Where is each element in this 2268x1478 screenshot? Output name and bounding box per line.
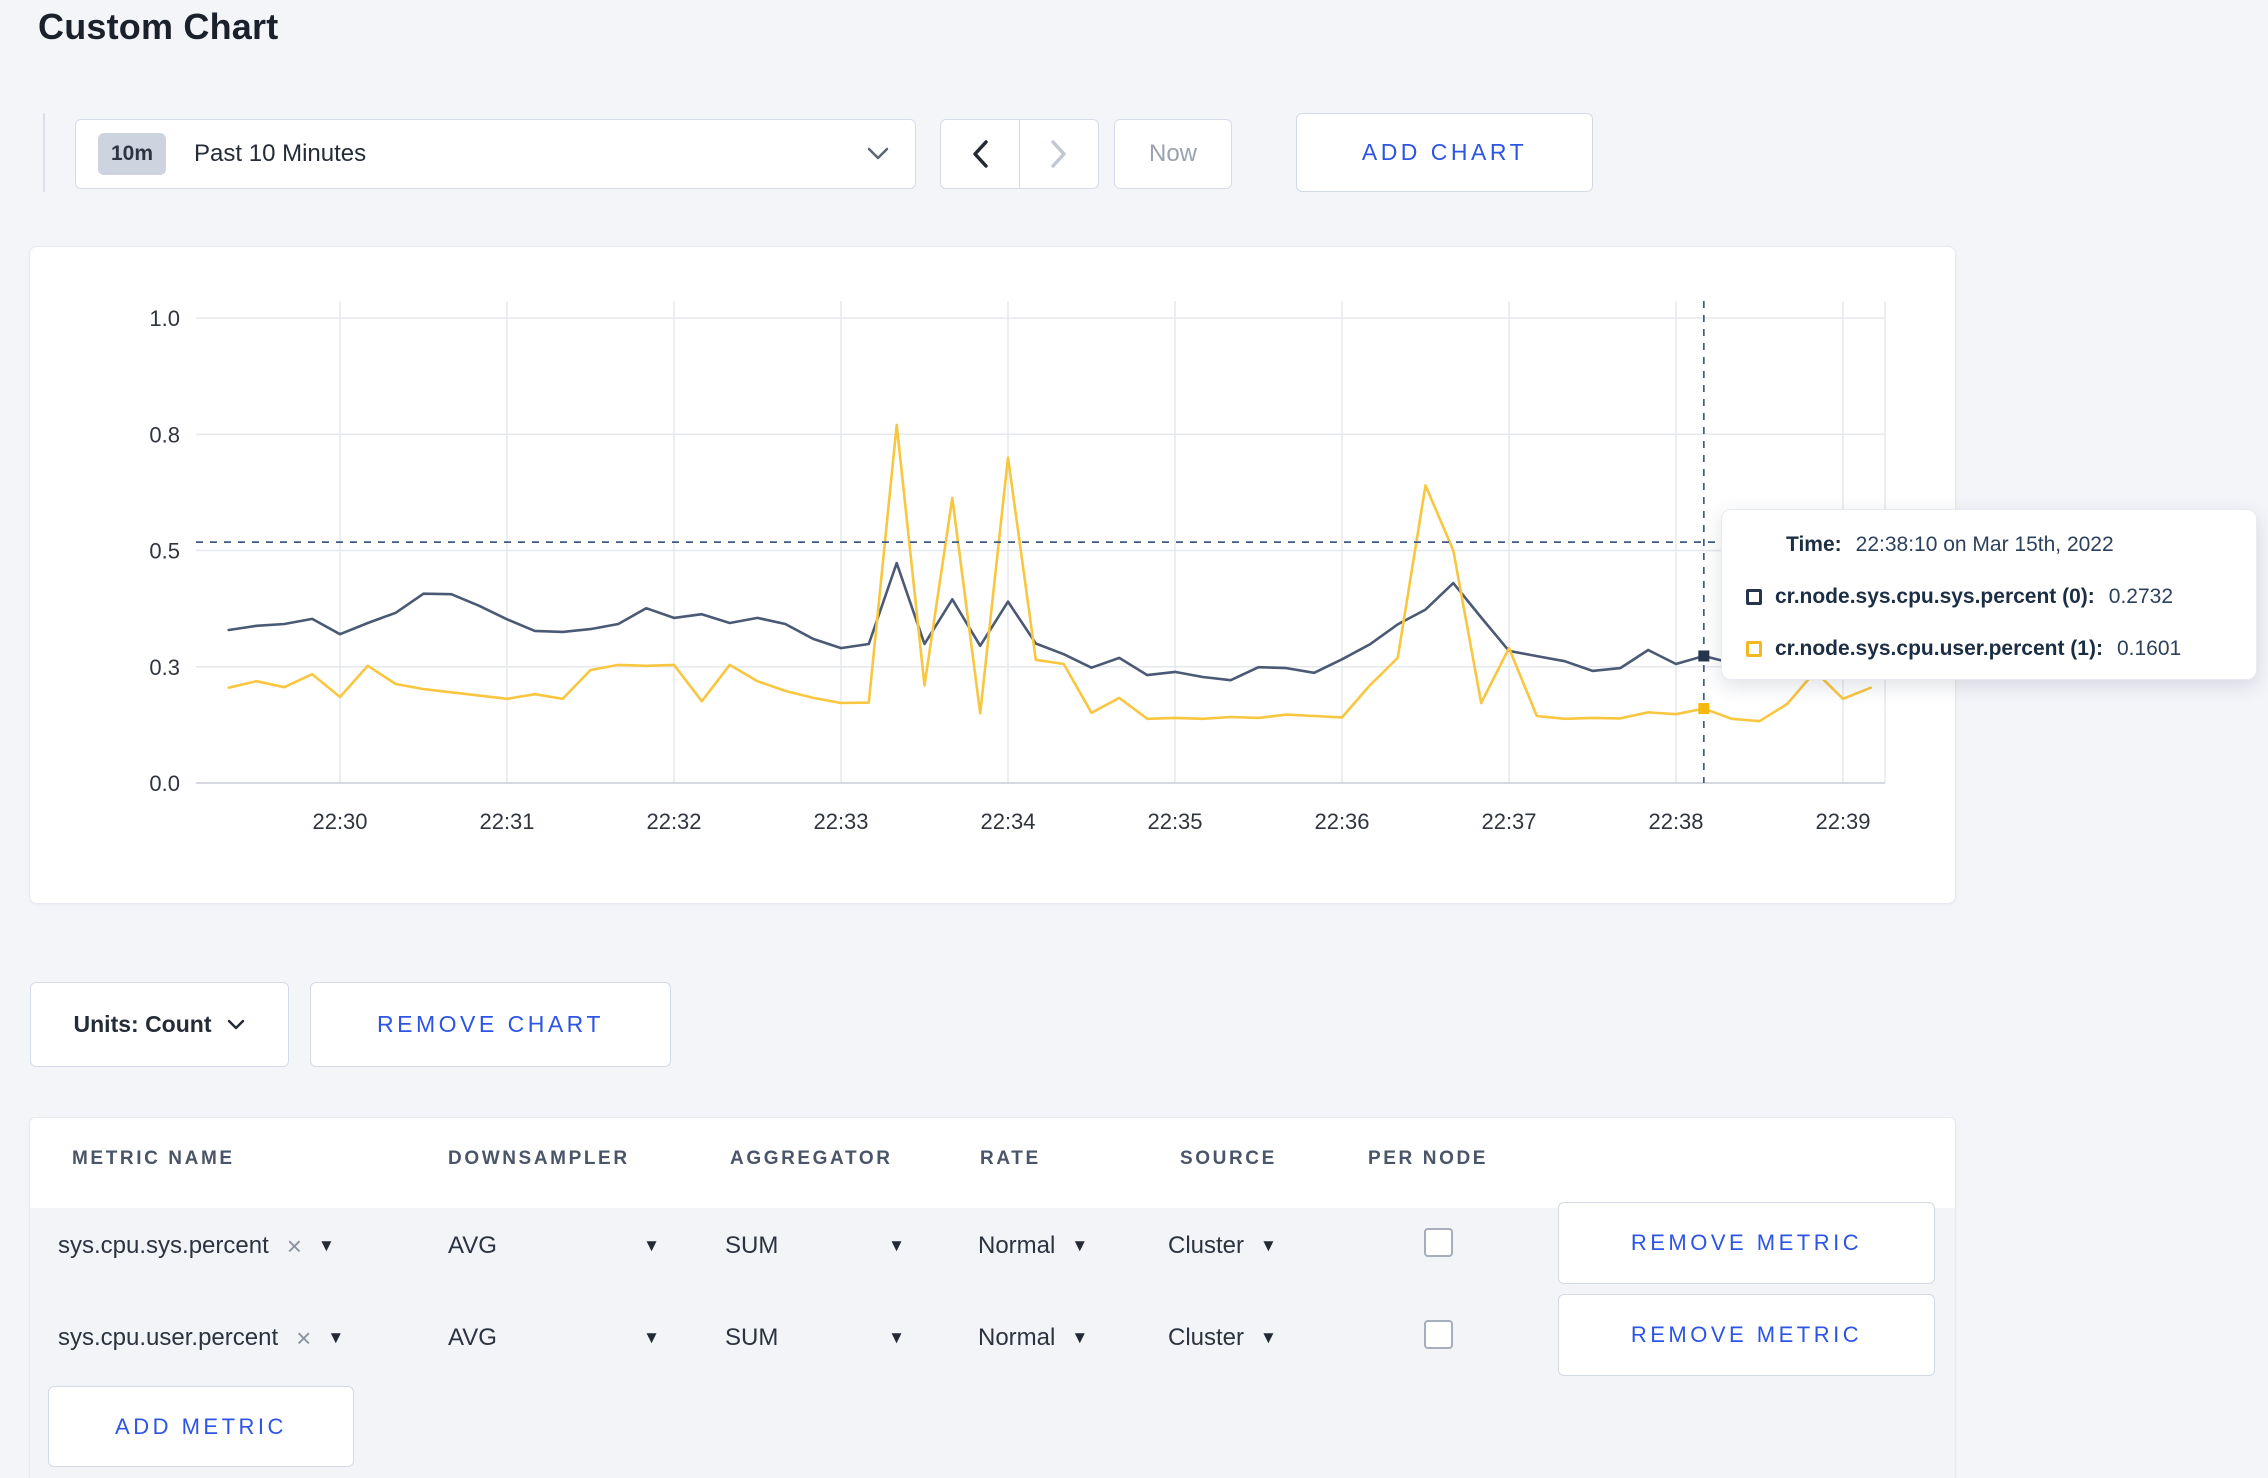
x-tick-label: 22:31 — [479, 809, 534, 834]
y-tick-label: 0.0 — [149, 771, 180, 796]
remove-metric-button[interactable]: REMOVE METRIC — [1558, 1294, 1935, 1376]
units-label: Units: Count — [73, 1011, 212, 1037]
aggregator-select[interactable]: SUM ▼ — [725, 1320, 905, 1356]
x-tick-label: 22:32 — [646, 809, 701, 834]
column-header-source: SOURCE — [1180, 1148, 1277, 1169]
tooltip-series-label: cr.node.sys.cpu.user.percent (1): — [1775, 637, 2103, 660]
hover-marker — [1698, 650, 1710, 662]
tooltip-series-label: cr.node.sys.cpu.sys.percent (0): — [1775, 585, 2095, 608]
tooltip-series-row: cr.node.sys.cpu.user.percent (1): 0.1601 — [1746, 637, 2232, 661]
x-tick-label: 22:39 — [1815, 809, 1870, 834]
chevron-down-icon — [867, 147, 889, 161]
rate-select[interactable]: Normal ▼ — [978, 1228, 1088, 1264]
tooltip-series-value: 0.2732 — [2108, 585, 2174, 608]
chart-plot[interactable]: 22:30 22:31 22:32 22:33 22:34 22:35 22:36 22:37… — [30, 247, 1954, 902]
tooltip-time-label: Time: — [1786, 533, 1842, 556]
time-range-badge: 10m — [98, 133, 167, 175]
column-header-rate: RATE — [980, 1148, 1041, 1169]
caret-down-icon: ▼ — [1071, 1236, 1089, 1255]
y-tick-label: 1.0 — [149, 306, 180, 331]
x-tick-label: 22:30 — [312, 809, 367, 834]
caret-down-icon: ▼ — [643, 1328, 660, 1347]
y-tick-label: 0.5 — [149, 539, 180, 564]
remove-x-icon[interactable]: × — [296, 1323, 311, 1354]
caret-down-icon: ▼ — [1260, 1328, 1277, 1347]
aggregator-select[interactable]: SUM ▼ — [725, 1228, 905, 1264]
x-tick-label: 22:37 — [1481, 809, 1536, 834]
remove-x-icon[interactable]: × — [287, 1231, 302, 1262]
y-tick-label: 0.3 — [149, 655, 180, 680]
chart-card: 22:30 22:31 22:32 22:33 22:34 22:35 22:36 22:37… — [29, 246, 1956, 904]
caret-down-icon: ▼ — [327, 1328, 345, 1347]
chart-tooltip: Time: 22:38:10 on Mar 15th, 2022 cr.node… — [1721, 509, 2257, 680]
time-nav-group — [940, 119, 1099, 189]
x-tick-label: 22:35 — [1147, 809, 1202, 834]
remove-metric-button[interactable]: REMOVE METRIC — [1558, 1202, 1935, 1284]
downsampler-select[interactable]: AVG ▼ — [448, 1228, 660, 1264]
hover-marker — [1698, 703, 1710, 715]
chevron-right-button[interactable] — [1019, 120, 1098, 188]
series-swatch-icon — [1746, 641, 1762, 657]
add-chart-button[interactable]: ADD CHART — [1296, 113, 1593, 192]
metric-name-select[interactable]: sys.cpu.sys.percent × ▼ — [58, 1228, 335, 1264]
x-tick-label: 22:38 — [1648, 809, 1703, 834]
now-button[interactable]: Now — [1114, 119, 1232, 189]
metric-name-select[interactable]: sys.cpu.user.percent × ▼ — [58, 1320, 344, 1356]
per-node-checkbox[interactable] — [1424, 1320, 1453, 1349]
caret-down-icon: ▼ — [1071, 1328, 1089, 1347]
tooltip-series-row: cr.node.sys.cpu.sys.percent (0): 0.2732 — [1746, 585, 2232, 609]
add-metric-button[interactable]: ADD METRIC — [48, 1386, 354, 1467]
caret-down-icon: ▼ — [1260, 1236, 1277, 1255]
x-tick-label: 22:33 — [813, 809, 868, 834]
per-node-checkbox[interactable] — [1424, 1228, 1453, 1257]
time-range-label: Past 10 Minutes — [194, 140, 367, 167]
series-line-1 — [227, 423, 1873, 723]
column-header-downsampler: DOWNSAMPLER — [448, 1148, 630, 1169]
source-select[interactable]: Cluster ▼ — [1168, 1320, 1277, 1356]
tooltip-time-value: 22:38:10 on Mar 15th, 2022 — [1855, 533, 2114, 556]
caret-down-icon: ▼ — [888, 1328, 905, 1347]
downsampler-select[interactable]: AVG ▼ — [448, 1320, 660, 1356]
tooltip-time-row: Time: 22:38:10 on Mar 15th, 2022 — [1746, 533, 2232, 557]
column-header-metric-name: METRIC NAME — [72, 1148, 235, 1169]
x-tick-label: 22:36 — [1314, 809, 1369, 834]
toolbar-accent-divider — [43, 113, 45, 192]
y-tick-label: 0.8 — [149, 422, 180, 447]
x-tick-label: 22:34 — [980, 809, 1035, 834]
tooltip-series-value: 0.1601 — [2116, 637, 2182, 660]
remove-chart-button[interactable]: REMOVE CHART — [310, 982, 671, 1067]
caret-down-icon: ▼ — [888, 1236, 905, 1255]
chevron-left-button[interactable] — [941, 120, 1019, 188]
caret-down-icon: ▼ — [643, 1236, 660, 1255]
caret-down-icon: ▼ — [317, 1236, 335, 1255]
rate-select[interactable]: Normal ▼ — [978, 1320, 1088, 1356]
column-header-aggregator: AGGREGATOR — [730, 1148, 893, 1169]
page-title: Custom Chart — [38, 6, 279, 47]
series-swatch-icon — [1746, 589, 1762, 605]
source-select[interactable]: Cluster ▼ — [1168, 1228, 1277, 1264]
column-header-per-node: PER NODE — [1368, 1148, 1489, 1169]
custom-chart-page: Custom Chart 10m Past 10 Minutes Now ADD… — [0, 0, 2268, 1478]
chevron-down-icon — [228, 1019, 245, 1030]
units-select[interactable]: Units: Count — [30, 982, 289, 1067]
time-range-select[interactable]: 10m Past 10 Minutes — [75, 119, 916, 189]
